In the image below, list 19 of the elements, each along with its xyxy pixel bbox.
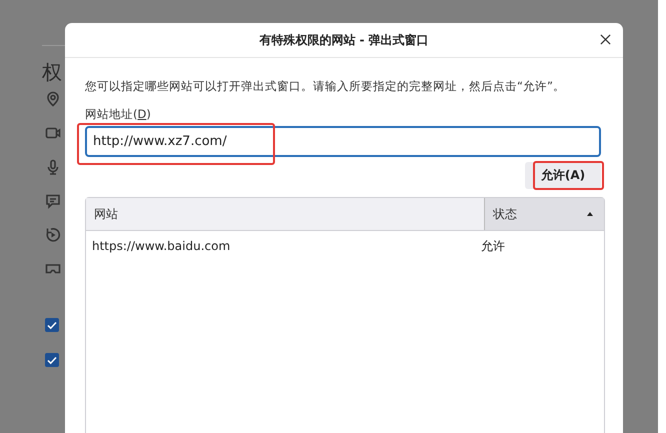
sort-arrow-icon xyxy=(586,211,594,217)
chat-bubble-icon xyxy=(45,193,61,209)
dialog-title: 有特殊权限的网站 - 弹出式窗口 xyxy=(259,32,429,48)
microphone-icon xyxy=(45,159,61,175)
close-icon[interactable] xyxy=(600,34,611,45)
location-pin-icon xyxy=(45,91,61,107)
column-header[interactable]: 网站 xyxy=(86,198,484,230)
field-label: 网站地址(D) xyxy=(85,107,152,122)
description-text: 您可以指定哪些网站可以打开弹出式窗口。请输入所要指定的完整网址，然后点击“允许”。 xyxy=(85,79,566,94)
address-field[interactable]: http://www.xz7.com/ xyxy=(85,126,601,157)
section-heading: 权 xyxy=(42,60,63,84)
column-header[interactable]: 状态 xyxy=(484,198,604,230)
play-circle-icon xyxy=(45,227,61,243)
camera-icon xyxy=(45,125,61,141)
table-cell-text: https://www.baidu.com xyxy=(91,239,232,253)
checkbox[interactable] xyxy=(45,353,59,367)
checkbox[interactable] xyxy=(45,318,59,332)
allow-button[interactable]: 允许(A) xyxy=(525,162,601,189)
table-cell-text: 允许 xyxy=(480,238,505,254)
